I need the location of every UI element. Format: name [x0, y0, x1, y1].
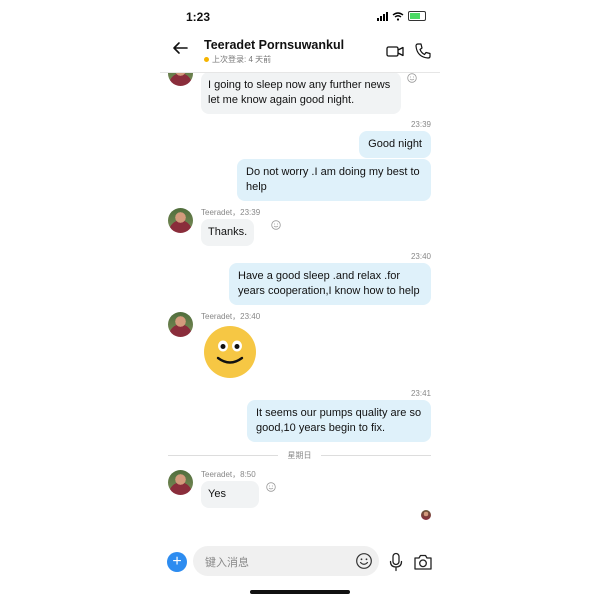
message-time: 23:41: [410, 389, 431, 398]
phone-screen: 1:23 Teeradet Pornsuwankul 上次登录: 4 天前 I …: [160, 0, 440, 600]
phone-call-icon[interactable]: [414, 42, 432, 60]
status-bar: 1:23: [160, 8, 440, 26]
back-arrow-icon[interactable]: [170, 38, 190, 58]
sender-meta: Teeradet，23:40: [201, 312, 261, 321]
sender-meta: Teeradet，8:50: [201, 470, 256, 479]
wifi-icon: [392, 11, 404, 21]
incoming-message[interactable]: I going to sleep now any further news le…: [201, 73, 401, 114]
message-list[interactable]: I going to sleep now any further news le…: [160, 73, 440, 540]
message-composer: + 键入消息: [160, 544, 440, 580]
outgoing-message[interactable]: It seems our pumps quality are so good,1…: [247, 400, 431, 442]
contact-name[interactable]: Teeradet Pornsuwankul: [204, 38, 344, 52]
add-reaction-icon[interactable]: [407, 73, 417, 83]
presence-status: 上次登录: 4 天前: [204, 54, 271, 65]
last-seen-text: 上次登录: 4 天前: [212, 55, 272, 64]
video-call-icon[interactable]: [386, 42, 404, 60]
add-reaction-icon[interactable]: [271, 220, 281, 230]
presence-dot-icon: [204, 57, 209, 62]
smiley-face-emoji-icon[interactable]: [203, 325, 257, 379]
home-indicator: [250, 590, 350, 594]
avatar[interactable]: [168, 470, 193, 495]
avatar[interactable]: [168, 208, 193, 233]
message-input[interactable]: 键入消息: [193, 546, 379, 576]
outgoing-message[interactable]: Good night: [359, 131, 431, 158]
emoji-picker-icon[interactable]: [355, 552, 373, 570]
battery-icon: [408, 11, 426, 21]
add-reaction-icon[interactable]: [266, 482, 276, 492]
message-input-placeholder: 键入消息: [205, 557, 249, 569]
status-time: 1:23: [186, 10, 211, 24]
day-divider: 星期日: [168, 450, 431, 460]
add-attachment-button[interactable]: +: [167, 552, 187, 572]
status-icons: [377, 11, 426, 21]
avatar[interactable]: [168, 312, 193, 337]
camera-icon[interactable]: [413, 553, 433, 571]
microphone-icon[interactable]: [388, 552, 404, 572]
incoming-message[interactable]: Yes: [201, 481, 259, 508]
sender-meta: Teeradet，23:39: [201, 208, 261, 217]
chat-header: Teeradet Pornsuwankul 上次登录: 4 天前: [160, 32, 440, 73]
message-time: 23:40: [410, 252, 431, 261]
incoming-message[interactable]: Thanks.: [201, 219, 255, 246]
outgoing-message[interactable]: Have a good sleep .and relax .for years …: [229, 263, 431, 305]
read-receipt-avatar: [421, 510, 431, 520]
avatar[interactable]: [168, 73, 193, 86]
outgoing-message[interactable]: Do not worry .I am doing my best to help: [237, 159, 431, 201]
message-time: 23:39: [410, 120, 431, 129]
signal-icon: [377, 11, 388, 21]
